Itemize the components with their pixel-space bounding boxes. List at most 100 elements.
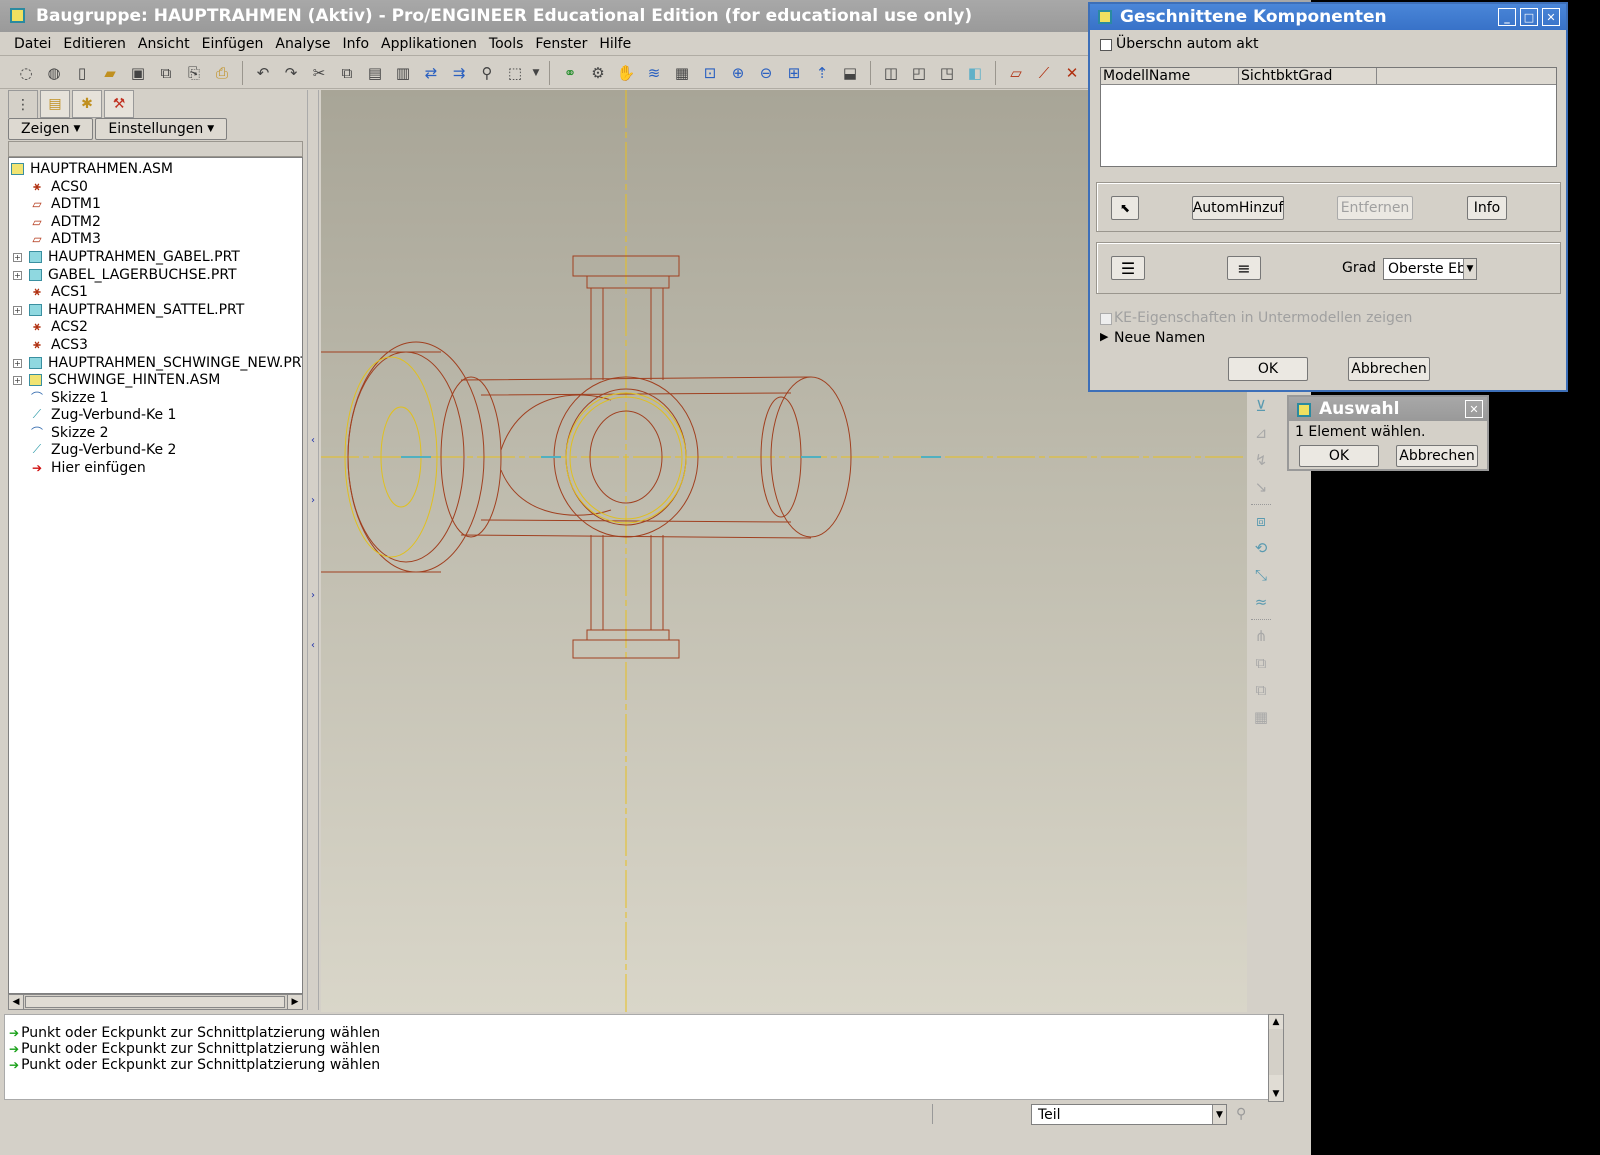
tree-item[interactable]: GABEL_LAGERBUCHSE.PRT: [29, 266, 237, 283]
search-binoculars-icon[interactable]: ⚲: [475, 61, 499, 85]
selection-filter-select[interactable]: Teil ▼: [1031, 1104, 1227, 1125]
dialog-title-bar[interactable]: Auswahl ✕: [1289, 397, 1487, 421]
scroll-down-icon[interactable]: ▼: [1269, 1087, 1283, 1101]
tree-expander[interactable]: +: [13, 271, 22, 280]
component-tree-icon[interactable]: ⚙: [586, 61, 610, 85]
intersect-icon[interactable]: ⧉: [1250, 679, 1272, 701]
tree-item[interactable]: ⟋ Zug-Verbund-Ke 1: [29, 406, 177, 423]
maximize-icon[interactable]: □: [1520, 8, 1538, 26]
revolve-icon[interactable]: ⟲: [1250, 537, 1272, 559]
tree-item[interactable]: ⌒ Skizze 2: [29, 424, 109, 441]
zoom-in-icon[interactable]: ⊕: [726, 61, 750, 85]
auto-add-button[interactable]: AutomHinzuf: [1192, 196, 1284, 220]
menu-ansicht[interactable]: Ansicht: [132, 36, 196, 52]
open-folder-icon[interactable]: ▰: [98, 61, 122, 85]
remove-button[interactable]: Entfernen: [1337, 196, 1413, 220]
tree-item[interactable]: ⚹ ACS1: [29, 283, 88, 300]
tree-item[interactable]: ⚹ ACS3: [29, 336, 88, 353]
save-copy-icon[interactable]: ⧉: [154, 61, 178, 85]
show-features-checkbox[interactable]: [1100, 313, 1112, 325]
scroll-thumb[interactable]: [25, 996, 285, 1008]
assemble-component-icon[interactable]: ⊻: [1250, 395, 1272, 417]
zoom-out-icon[interactable]: ⊖: [754, 61, 778, 85]
menu-applikationen[interactable]: Applikationen: [375, 36, 483, 52]
datum-plane-display-icon[interactable]: ▱: [1004, 61, 1028, 85]
new-session-icon[interactable]: ◌: [14, 61, 38, 85]
show-menu-button[interactable]: Zeigen ▼: [8, 118, 94, 140]
collapse-left-icon[interactable]: ‹: [308, 435, 318, 446]
minimize-icon[interactable]: _: [1498, 8, 1516, 26]
tree-item[interactable]: HAUPTRAHMEN_GABEL.PRT: [29, 248, 240, 265]
merge-icon[interactable]: ⧉: [1250, 652, 1272, 674]
new-file-icon[interactable]: ▯: [70, 61, 94, 85]
tree-item[interactable]: ⚹ ACS2: [29, 318, 88, 335]
view-manager-icon[interactable]: ▦: [670, 61, 694, 85]
message-scrollbar[interactable]: ▲ ▼: [1268, 1014, 1284, 1102]
network-icon[interactable]: ⚭: [558, 61, 582, 85]
shading-icon[interactable]: ◧: [963, 61, 987, 85]
menu-einfuegen[interactable]: Einfügen: [196, 36, 270, 52]
collapse-left-icon[interactable]: ‹: [308, 640, 318, 651]
menu-hilfe[interactable]: Hilfe: [593, 36, 637, 52]
model-tree-tab-icon[interactable]: ⋮: [8, 90, 38, 118]
tree-item[interactable]: ➔ Hier einfügen: [29, 459, 146, 476]
tree-horizontal-scrollbar[interactable]: ◀ ▶: [8, 994, 303, 1010]
column-header-model-name[interactable]: ModellName: [1101, 68, 1239, 85]
menu-datei[interactable]: Datei: [8, 36, 57, 52]
redo-icon[interactable]: ↷: [279, 61, 303, 85]
tree-item[interactable]: ▱ ADTM1: [29, 195, 101, 212]
menu-analyse[interactable]: Analyse: [269, 36, 336, 52]
tree-expander[interactable]: +: [13, 359, 22, 368]
datum-point-display-icon[interactable]: ✕: [1060, 61, 1084, 85]
deselect-all-button[interactable]: ≡: [1227, 256, 1261, 280]
tree-expander[interactable]: +: [13, 253, 22, 262]
cut-icon[interactable]: ✂: [307, 61, 331, 85]
components-table[interactable]: ModellName SichtbktGrad: [1100, 67, 1557, 167]
close-icon[interactable]: ✕: [1542, 8, 1560, 26]
tree-item[interactable]: ⚹ ACS0: [29, 178, 88, 195]
pick-component-button[interactable]: ⬉: [1111, 196, 1139, 220]
tree-item[interactable]: ⌒ Skizze 1: [29, 389, 109, 406]
hidden-line-icon[interactable]: ◰: [907, 61, 931, 85]
regen-manager-icon[interactable]: ⇉: [447, 61, 471, 85]
pattern-icon[interactable]: ▦: [1250, 706, 1272, 728]
tree-expander[interactable]: +: [13, 306, 22, 315]
auto-update-checkbox[interactable]: [1100, 39, 1112, 51]
menu-tools[interactable]: Tools: [483, 36, 530, 52]
info-button[interactable]: Info: [1467, 196, 1507, 220]
sweep-icon[interactable]: ⤡: [1250, 564, 1272, 586]
paste-icon[interactable]: ▤: [363, 61, 387, 85]
dialog-title-bar[interactable]: Geschnittene Komponenten _ □ ✕: [1090, 4, 1566, 30]
chevron-down-icon[interactable]: ▼: [531, 61, 541, 85]
backup-icon[interactable]: ⎘: [182, 61, 206, 85]
ok-button[interactable]: OK: [1228, 357, 1308, 381]
saved-views-icon[interactable]: ⬓: [838, 61, 862, 85]
tree-item[interactable]: ▱ ADTM3: [29, 230, 101, 247]
select-box-icon[interactable]: ⬚: [503, 61, 527, 85]
datum-axis-display-icon[interactable]: ⟋: [1032, 61, 1056, 85]
refit-view-icon[interactable]: ⊡: [698, 61, 722, 85]
no-hidden-icon[interactable]: ◳: [935, 61, 959, 85]
menu-info[interactable]: Info: [337, 36, 376, 52]
chevron-down-icon[interactable]: ▼: [1212, 1105, 1226, 1124]
print-icon[interactable]: ⎙: [210, 61, 234, 85]
chevron-down-icon[interactable]: ▼: [1463, 259, 1476, 279]
tree-item[interactable]: SCHWINGE_HINTEN.ASM: [29, 371, 220, 388]
hand-pan-icon[interactable]: ✋: [614, 61, 638, 85]
zoom-fit-icon[interactable]: ⊞: [782, 61, 806, 85]
cancel-button[interactable]: Abbrechen: [1396, 445, 1478, 467]
settings-menu-button[interactable]: Einstellungen ▼: [95, 118, 228, 140]
undo-icon[interactable]: ↶: [251, 61, 275, 85]
tree-item[interactable]: HAUPTRAHMEN_SATTEL.PRT: [29, 301, 244, 318]
layers-icon[interactable]: ≋: [642, 61, 666, 85]
tree-item-root[interactable]: HAUPTRAHMEN.ASM: [11, 160, 173, 177]
scroll-up-icon[interactable]: ▲: [1269, 1015, 1283, 1029]
new-names-toggle[interactable]: Neue Namen: [1114, 330, 1205, 346]
menu-fenster[interactable]: Fenster: [529, 36, 593, 52]
scroll-left-icon[interactable]: ◀: [9, 995, 24, 1009]
blend-icon[interactable]: ≈: [1250, 591, 1272, 613]
level-select[interactable]: Oberste Ebe ▼: [1383, 258, 1477, 280]
extrude-icon[interactable]: ⧈: [1250, 510, 1272, 532]
close-icon[interactable]: ✕: [1465, 400, 1483, 418]
round-icon[interactable]: ↘: [1250, 476, 1272, 498]
